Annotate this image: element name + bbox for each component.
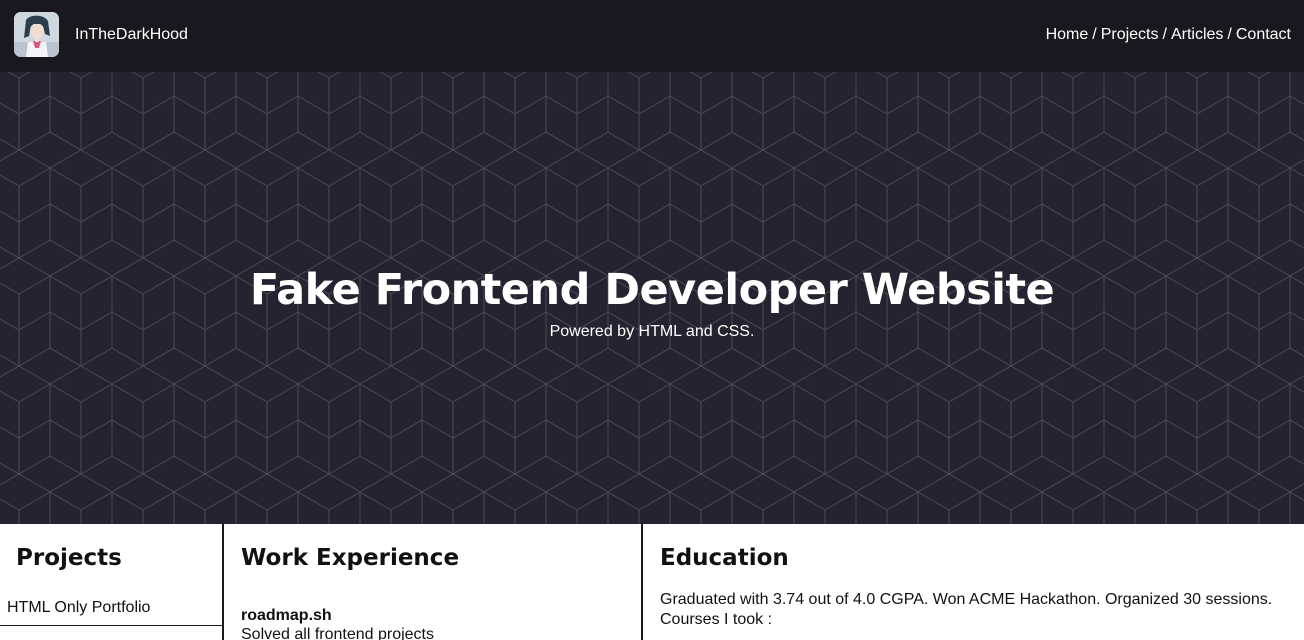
projects-heading: Projects [16, 545, 122, 571]
project-item[interactable]: HTML Only Portfolio [0, 598, 222, 626]
work-experience-column: Work Experience roadmap.sh Solved all fr… [224, 524, 643, 640]
education-summary: Graduated with 3.74 out of 4.0 CGPA. Won… [660, 591, 1273, 608]
nav-projects-link[interactable]: Projects [1101, 26, 1159, 43]
nav-contact-link[interactable]: Contact [1236, 26, 1291, 43]
avatar[interactable] [14, 12, 59, 57]
education-heading: Education [660, 545, 789, 571]
education-courses-label: Courses I took : [660, 611, 773, 628]
main-nav: Home / Projects / Articles / Contact [1046, 25, 1291, 45]
nav-separator: / [1092, 26, 1097, 43]
top-navbar: InTheDarkHood Home / Projects / Articles / Con… [0, 0, 1304, 72]
nav-separator: / [1227, 26, 1232, 43]
hero-title: Fake Frontend Developer Website [249, 265, 1055, 315]
education-text: Graduated with 3.74 out of 4.0 CGPA. Won… [660, 590, 1290, 630]
job-description: Solved all frontend projects [241, 626, 434, 640]
nav-separator: / [1162, 26, 1167, 43]
site-brand-link[interactable]: InTheDarkHood [75, 25, 188, 45]
hero-banner: Fake Frontend Developer Website Powered … [0, 72, 1304, 524]
work-experience-heading: Work Experience [241, 545, 460, 571]
nav-home-link[interactable]: Home [1046, 26, 1089, 43]
job-title: roadmap.sh [241, 607, 332, 624]
education-column: Education Graduated with 3.74 out of 4.0… [643, 524, 1304, 640]
projects-column: Projects HTML Only Portfolio [0, 524, 224, 640]
nav-articles-link[interactable]: Articles [1171, 26, 1223, 43]
avatar-image [14, 12, 59, 57]
hero-subtitle: Powered by HTML and CSS. [549, 323, 755, 340]
content-columns: Projects HTML Only Portfolio Work Experi… [0, 524, 1304, 640]
